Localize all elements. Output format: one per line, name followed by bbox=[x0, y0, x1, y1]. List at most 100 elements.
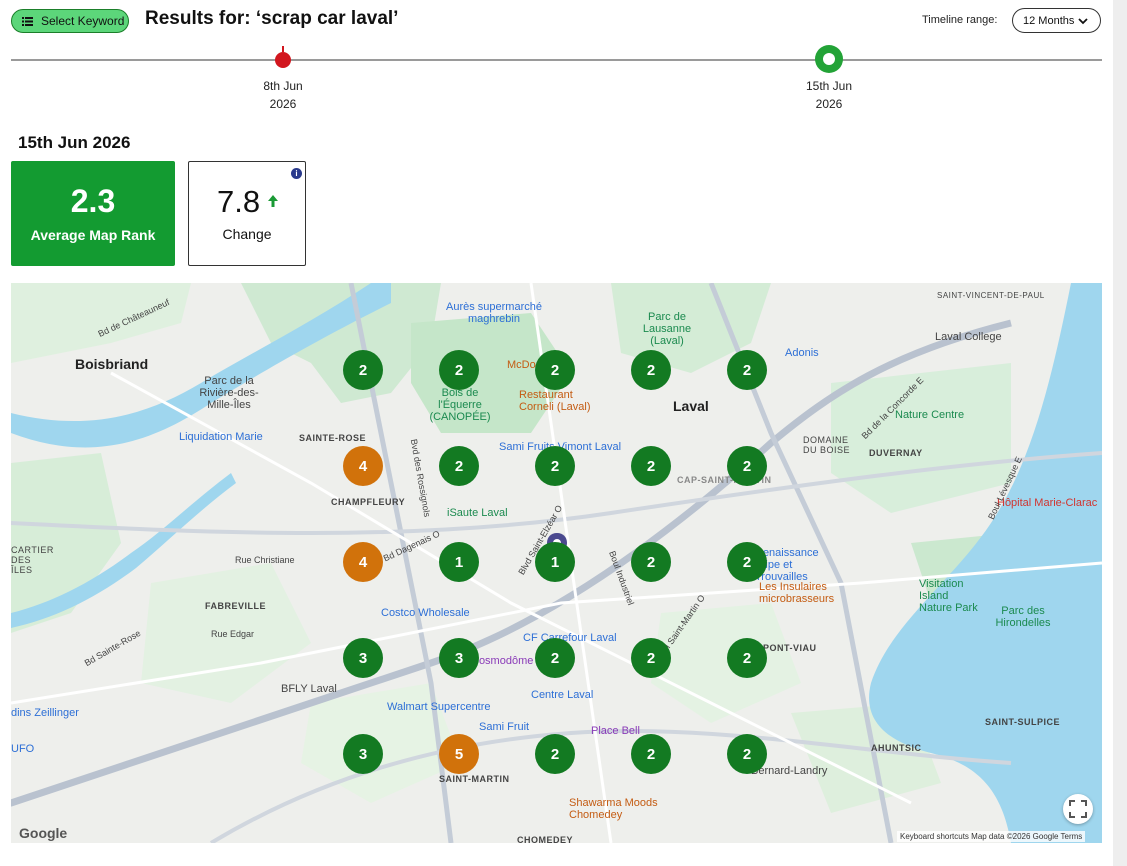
map-label: SAINT-SULPICE bbox=[985, 717, 1061, 727]
rank-pin[interactable]: 2 bbox=[631, 542, 671, 582]
map-label: Les Insulaires microbrasseurs bbox=[759, 581, 835, 605]
change-card: i 7.8 Change bbox=[188, 161, 306, 266]
rank-pin[interactable]: 2 bbox=[727, 638, 767, 678]
average-rank-value: 2.3 bbox=[70, 183, 116, 219]
rank-pin[interactable]: 2 bbox=[535, 734, 575, 774]
rank-pin[interactable]: 2 bbox=[439, 446, 479, 486]
map-label: SAINTE-ROSE bbox=[299, 433, 367, 443]
rank-pin[interactable]: 2 bbox=[727, 350, 767, 390]
map-label: SAINT-VINCENT-DE-PAUL bbox=[937, 291, 1045, 300]
timeline-point-selected[interactable] bbox=[815, 45, 843, 73]
results-title: Results for: ‘scrap car laval’ bbox=[145, 8, 399, 29]
street-label: Rue Christiane bbox=[235, 555, 295, 565]
map-label: CHAMPFLEURY bbox=[331, 497, 406, 507]
timeline-range-label: Timeline range: bbox=[922, 14, 998, 26]
rank-pin[interactable]: 3 bbox=[439, 638, 479, 678]
info-icon[interactable]: i bbox=[291, 168, 302, 179]
map-label: BFLY Laval bbox=[281, 683, 337, 695]
rank-grid-map[interactable]: Boisbriand Parc de la Rivière-des-Mille-… bbox=[11, 283, 1102, 843]
map-label: Centre Laval bbox=[531, 689, 594, 701]
timeline-year: 2026 bbox=[815, 97, 843, 111]
map-label: Laval College bbox=[935, 331, 1002, 343]
timeline-date-selected: 15th Jun 2026 bbox=[799, 77, 859, 113]
map-attribution[interactable]: Keyboard shortcuts Map data ©2026 Google… bbox=[897, 831, 1086, 842]
map-label: Restaurant Corneli (Laval) bbox=[519, 389, 591, 413]
timeline-range-value: 12 Months bbox=[1023, 14, 1075, 27]
map-label: CARTIER DES ÎLES bbox=[11, 545, 54, 575]
chevron-down-icon bbox=[1078, 17, 1089, 24]
google-logo: Google bbox=[19, 825, 68, 841]
rank-pin[interactable]: 2 bbox=[535, 446, 575, 486]
map-label: Bernard-Landry bbox=[751, 765, 828, 777]
rank-pin[interactable]: 2 bbox=[535, 638, 575, 678]
date-heading: 15th Jun 2026 bbox=[18, 133, 131, 152]
change-label: Change bbox=[222, 226, 272, 242]
rank-pin[interactable]: 3 bbox=[343, 638, 383, 678]
rank-pin[interactable]: 2 bbox=[727, 446, 767, 486]
rank-pin[interactable]: 2 bbox=[535, 350, 575, 390]
map-label: Visitation Island Nature Park bbox=[919, 578, 978, 614]
map-label: DUVERNAY bbox=[869, 448, 923, 458]
map-label: Costco Wholesale bbox=[381, 607, 470, 619]
rank-pin[interactable]: 1 bbox=[439, 542, 479, 582]
fullscreen-icon bbox=[1069, 800, 1087, 818]
map-label: Liquidation Marie bbox=[179, 431, 263, 443]
header-bar: Select Keyword Results for: ‘scrap car l… bbox=[0, 0, 1113, 42]
map-label: iSaute Laval bbox=[447, 507, 508, 519]
map-label: PONT-VIAU bbox=[763, 643, 817, 653]
rank-pin[interactable]: 2 bbox=[343, 350, 383, 390]
select-keyword-label: Select Keyword bbox=[41, 14, 125, 28]
map-label: Sami Fruit bbox=[479, 721, 530, 733]
map-label: Boisbriand bbox=[75, 356, 149, 372]
rank-pin[interactable]: 3 bbox=[343, 734, 383, 774]
rank-pin[interactable]: 4 bbox=[343, 542, 383, 582]
map-label: Bois de l'Équerre (CANOPÉE) bbox=[429, 387, 491, 423]
list-icon bbox=[22, 16, 33, 26]
map-label: Parc des Hirondelles bbox=[995, 605, 1051, 629]
rank-pin[interactable]: 4 bbox=[343, 446, 383, 486]
rank-pin[interactable]: 2 bbox=[631, 638, 671, 678]
select-keyword-button[interactable]: Select Keyword bbox=[11, 9, 129, 33]
map-label: Adonis bbox=[785, 347, 819, 359]
timeline-day: 8th Jun bbox=[263, 79, 303, 93]
arrow-up-icon bbox=[268, 195, 278, 207]
timeline-date-past: 8th Jun 2026 bbox=[253, 77, 313, 113]
map-label: Walmart Supercentre bbox=[387, 701, 491, 713]
map-label: Nature Centre bbox=[895, 409, 965, 421]
timeline-point-past[interactable] bbox=[275, 46, 291, 68]
average-rank-card: 2.3 Average Map Rank bbox=[11, 161, 175, 266]
average-rank-label: Average Map Rank bbox=[30, 227, 156, 243]
fullscreen-button[interactable] bbox=[1063, 794, 1093, 824]
rank-pin[interactable]: 2 bbox=[631, 350, 671, 390]
map-label: Cosmodôme bbox=[471, 655, 534, 667]
street-label: Rue Edgar bbox=[211, 629, 255, 639]
map-label: Hôpital Marie-Clarac bbox=[997, 497, 1098, 509]
map-label: SAINT-MARTIN bbox=[439, 774, 510, 784]
rank-pin[interactable]: 2 bbox=[631, 446, 671, 486]
rank-pin[interactable]: 2 bbox=[727, 542, 767, 582]
map-label: McDo bbox=[507, 359, 536, 371]
map-label: CF Carrefour Laval bbox=[523, 632, 617, 644]
rank-pin[interactable]: 2 bbox=[439, 350, 479, 390]
timeline-year: 2026 bbox=[269, 97, 297, 111]
map-label: AHUNTSIC bbox=[871, 743, 922, 753]
rank-pin[interactable]: 2 bbox=[727, 734, 767, 774]
map-label: FABREVILLE bbox=[205, 601, 267, 611]
change-value: 7.8 bbox=[217, 184, 261, 219]
map-label: DOMAINE DU BOISE bbox=[803, 435, 851, 455]
rank-pin[interactable]: 2 bbox=[631, 734, 671, 774]
timeline-range-select[interactable]: 12 Months bbox=[1012, 8, 1101, 33]
map-label: CHOMEDEY bbox=[517, 835, 574, 843]
rank-pin[interactable]: 5 bbox=[439, 734, 479, 774]
map-label: Parc de Lausanne (Laval) bbox=[642, 311, 692, 347]
map-label: Place Bell bbox=[591, 725, 640, 737]
map-label: Aurès supermarché maghrebin bbox=[446, 301, 542, 325]
map-label: UFO bbox=[11, 743, 35, 755]
map-label: Shawarma Moods Chomedey bbox=[569, 797, 658, 821]
page-scrollbar[interactable] bbox=[1113, 0, 1127, 866]
map-label: dins Zeillinger bbox=[11, 707, 79, 719]
map-label: Laval bbox=[673, 398, 709, 414]
map-label: Parc de la Rivière-des-Mille-Îles bbox=[199, 375, 259, 411]
rank-pin[interactable]: 1 bbox=[535, 542, 575, 582]
timeline-day: 15th Jun bbox=[805, 79, 853, 93]
